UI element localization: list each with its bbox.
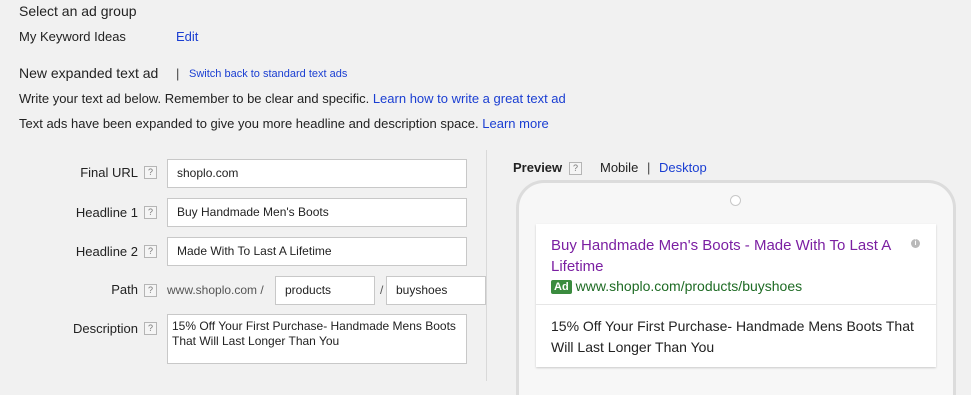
- learn-more-link[interactable]: Learn more: [482, 116, 548, 131]
- instructions-text: Write your text ad below. Remember to be…: [19, 91, 370, 106]
- info-icon[interactable]: i: [911, 239, 920, 248]
- description-textarea[interactable]: 15% Off Your First Purchase- Handmade Me…: [167, 314, 467, 364]
- expanded-info-text: Text ads have been expanded to give you …: [19, 116, 479, 131]
- ad-group-heading: Select an ad group: [19, 3, 137, 19]
- path-help-icon[interactable]: ?: [144, 284, 157, 297]
- headline2-label: Headline 2: [75, 244, 138, 259]
- ad-preview-url: www.shoplo.com/products/buyshoes: [575, 278, 803, 294]
- ad-preview-headline[interactable]: Buy Handmade Men's Boots - Made With To …: [551, 235, 901, 277]
- preview-help-icon[interactable]: ?: [569, 162, 582, 175]
- path1-input[interactable]: products: [275, 276, 375, 305]
- path-prefix: www.shoplo.com /: [167, 283, 264, 297]
- ad-preview-separator: [536, 304, 936, 305]
- ad-group-name: My Keyword Ideas: [19, 29, 126, 44]
- edit-ad-group-link[interactable]: Edit: [176, 29, 198, 44]
- final-url-label: Final URL: [80, 165, 138, 180]
- headline1-input[interactable]: Buy Handmade Men's Boots: [167, 198, 467, 227]
- expanded-info-line: Text ads have been expanded to give you …: [19, 116, 549, 131]
- description-help-icon[interactable]: ?: [144, 322, 157, 335]
- headline2-help-icon[interactable]: ?: [144, 245, 157, 258]
- final-url-help-icon[interactable]: ?: [144, 166, 157, 179]
- ad-badge: Ad: [551, 280, 572, 294]
- phone-camera: [730, 195, 741, 206]
- ad-preview-description: 15% Off Your First Purchase- Handmade Me…: [551, 318, 914, 355]
- headline1-help-icon[interactable]: ?: [144, 206, 157, 219]
- path2-input[interactable]: buyshoes: [386, 276, 486, 305]
- path-label: Path: [111, 282, 138, 297]
- tab-desktop[interactable]: Desktop: [659, 160, 707, 175]
- ad-preview-url-line: Ad www.shoplo.com/products/buyshoes: [551, 278, 802, 294]
- learn-write-ad-link[interactable]: Learn how to write a great text ad: [373, 91, 566, 106]
- preview-tab-separator: |: [647, 160, 651, 175]
- headline1-label: Headline 1: [75, 205, 138, 220]
- tab-mobile[interactable]: Mobile: [600, 160, 638, 175]
- title-separator: |: [176, 66, 180, 81]
- instructions-line: Write your text ad below. Remember to be…: [19, 91, 566, 106]
- headline2-input[interactable]: Made With To Last A Lifetime: [167, 237, 467, 266]
- preview-label: Preview: [513, 160, 563, 175]
- path-slash: /: [380, 283, 384, 297]
- final-url-input[interactable]: shoplo.com: [167, 159, 467, 188]
- switch-standard-ads-link[interactable]: Switch back to standard text ads: [189, 68, 347, 80]
- section-title: New expanded text ad: [19, 65, 159, 81]
- panel-divider: [486, 150, 487, 381]
- description-label: Description: [72, 321, 138, 336]
